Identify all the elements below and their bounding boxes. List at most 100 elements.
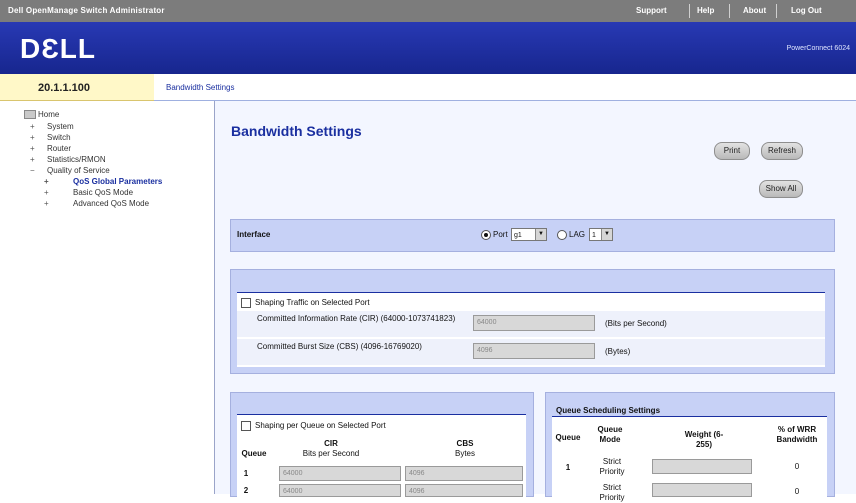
device-ip: 20.1.1.100 (38, 82, 90, 94)
cir-label: Committed Information Rate (CIR) (64000-… (257, 314, 456, 323)
queue-number: 1 (565, 463, 571, 472)
shaping-port-label: Shaping Traffic on Selected Port (255, 298, 370, 307)
cbs-row: Committed Burst Size (CBS) (4096-1676902… (237, 339, 825, 365)
cir-input[interactable]: 64000 (473, 315, 595, 331)
interface-panel: Interface Port g1 ▼ LAG 1 ▼ (230, 219, 835, 252)
tree-item-router[interactable]: + Router (30, 144, 71, 153)
queue-cir-input[interactable]: 64000 (279, 466, 401, 481)
tree-item-basic-qos-mode[interactable]: + Basic QoS Mode (44, 188, 133, 197)
wrr-percent: 0 (794, 462, 800, 471)
tree-item-label: Statistics/RMON (47, 155, 106, 164)
tree-item-switch[interactable]: + Switch (30, 133, 71, 142)
divider (776, 4, 777, 18)
tree-item-system[interactable]: + System (30, 122, 74, 131)
tree-item-label: Advanced QoS Mode (73, 199, 150, 208)
col-cbs-header: CBS (456, 439, 474, 448)
expand-icon[interactable]: + (44, 199, 53, 208)
port-radio[interactable] (481, 230, 491, 240)
expand-icon[interactable]: + (30, 122, 39, 131)
col-queue-header: Queue (241, 449, 267, 458)
print-button[interactable]: Print (714, 142, 750, 160)
divider (729, 4, 730, 18)
col-cbs-subheader: Bytes (454, 449, 475, 458)
app-title: Dell OpenManage Switch Administrator (8, 6, 165, 15)
queue-cir-input[interactable]: 64000 (279, 484, 401, 497)
col-cir-header: CIR (324, 439, 338, 448)
tree-item-quality-of-service[interactable]: − Quality of Service (30, 166, 110, 175)
tree-item-statistics-rmon[interactable]: + Statistics/RMON (30, 155, 106, 164)
queue-cbs-input[interactable]: 4096 (405, 484, 523, 497)
home-icon (24, 110, 36, 120)
shaping-queue-label: Shaping per Queue on Selected Port (255, 421, 386, 430)
queue-shaping-body: Shaping per Queue on Selected Port Queue… (237, 414, 526, 497)
port-select[interactable]: g1 ▼ (511, 228, 547, 241)
support-link[interactable]: Support (636, 6, 667, 15)
port-shaping-panel: Shaping Traffic on Selected Port Committ… (230, 269, 835, 374)
weight-input[interactable] (652, 483, 752, 497)
cir-unit: (Bits per Second) (605, 319, 667, 328)
queue-shaping-panel: Shaping per Queue on Selected Port Queue… (230, 392, 534, 497)
cbs-label: Committed Burst Size (CBS) (4096-1676902… (257, 342, 422, 351)
cbs-input[interactable]: 4096 (473, 343, 595, 359)
cbs-unit: (Bytes) (605, 347, 631, 356)
lag-select-value: 1 (592, 232, 596, 239)
product-name: PowerConnect 6024 (786, 45, 850, 52)
show-all-button[interactable]: Show All (759, 180, 803, 198)
divider (689, 4, 690, 18)
tree-item-label: Home (38, 110, 60, 119)
wrr-percent: 0 (794, 487, 800, 496)
about-link[interactable]: About (743, 6, 766, 15)
tree-item-advanced-qos-mode[interactable]: + Advanced QoS Mode (44, 199, 149, 208)
tree-item-label: Router (47, 144, 72, 153)
lag-radio[interactable] (557, 230, 567, 240)
scheduling-body: Queue Queue Mode Weight (6-255) % of WRR… (552, 416, 827, 502)
queue-cbs-input[interactable]: 4096 (405, 466, 523, 481)
scheduling-title: Queue Scheduling Settings (556, 406, 661, 415)
chevron-down-icon: ▼ (601, 229, 612, 240)
logout-link[interactable]: Log Out (791, 6, 822, 15)
content-area: Bandwidth Settings Print Refresh Show Al… (215, 101, 856, 502)
queue-mode: Strict Priority (599, 457, 625, 476)
tree-item-label: Basic QoS Mode (73, 188, 134, 197)
expand-icon[interactable]: + (30, 155, 39, 164)
weight-input[interactable] (652, 459, 752, 474)
refresh-button[interactable]: Refresh (761, 142, 803, 160)
col-queue-header: Queue (555, 433, 581, 442)
breadcrumb: Bandwidth Settings (154, 74, 856, 101)
queue-mode: Strict Priority (599, 483, 625, 502)
col-percent-header: % of WRR Bandwidth (776, 425, 818, 444)
nav-tree: Home + System + Switch + Router + Statistics… (0, 101, 215, 494)
port-label: Port (493, 230, 508, 239)
lag-select[interactable]: 1 ▼ (589, 228, 613, 241)
page-title: Bandwidth Settings (231, 123, 362, 139)
col-cir-subheader: Bits per Second (302, 449, 360, 458)
tree-item-qos-global-parameters[interactable]: + QoS Global Parameters (44, 177, 162, 186)
queue-number: 1 (243, 469, 249, 478)
collapse-icon[interactable]: − (30, 166, 39, 175)
expand-icon[interactable]: + (30, 144, 39, 153)
tree-item-label: System (47, 122, 74, 131)
cir-row: Committed Information Rate (CIR) (64000-… (237, 311, 825, 337)
shaping-queue-checkbox[interactable] (241, 421, 251, 431)
interface-label: Interface (237, 230, 271, 239)
lag-label: LAG (569, 230, 586, 239)
expand-icon[interactable]: + (44, 188, 53, 197)
device-ip-box: 20.1.1.100 (0, 74, 154, 101)
tree-item-label: Quality of Service (47, 166, 110, 175)
col-weight-header: Weight (6-255) (684, 430, 724, 449)
top-bar: Dell OpenManage Switch Administrator Sup… (0, 0, 856, 22)
help-link[interactable]: Help (697, 6, 714, 15)
header-banner: DƐLL PowerConnect 6024 (0, 22, 856, 74)
chevron-down-icon: ▼ (535, 229, 546, 240)
queue-scheduling-panel: Queue Scheduling Settings Queue Queue Mo… (545, 392, 835, 502)
port-select-value: g1 (514, 232, 522, 239)
expand-icon[interactable]: + (30, 133, 39, 142)
expand-icon[interactable]: + (44, 177, 53, 186)
col-mode-header: Queue Mode (597, 425, 623, 444)
port-shaping-body: Shaping Traffic on Selected Port Committ… (237, 292, 825, 367)
tree-item-home[interactable]: Home (24, 110, 60, 120)
shaping-port-checkbox[interactable] (241, 298, 251, 308)
breadcrumb-current[interactable]: Bandwidth Settings (166, 83, 235, 92)
dell-logo: DƐLL (20, 33, 96, 64)
tree-item-label: QoS Global Parameters (73, 177, 163, 186)
